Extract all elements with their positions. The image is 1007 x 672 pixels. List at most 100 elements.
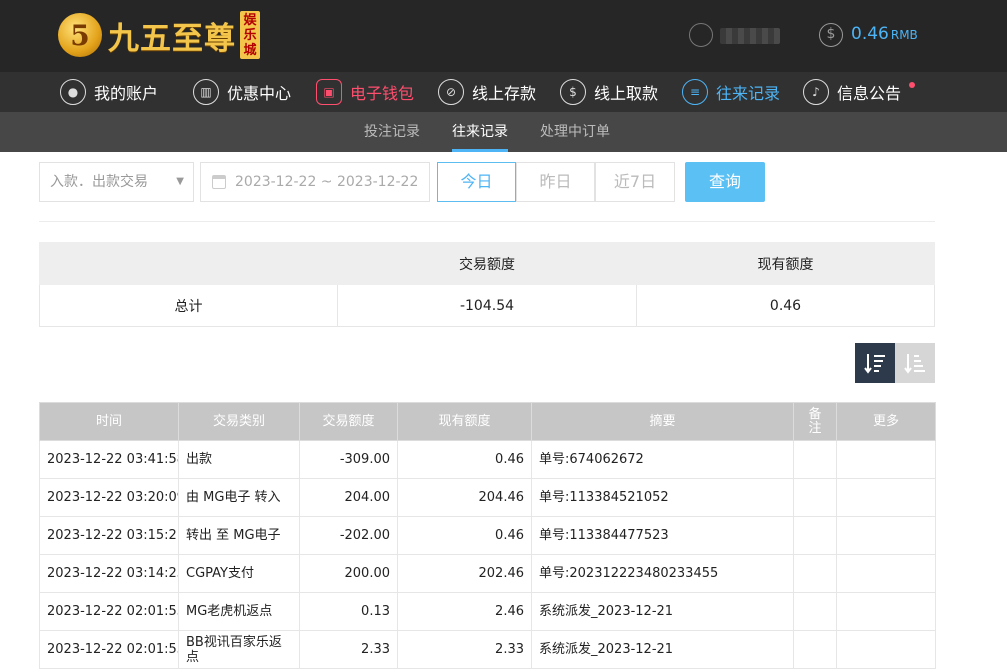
- tab-bet-records[interactable]: 投注记录: [364, 112, 420, 152]
- cell-type: CGPAY支付: [178, 554, 300, 593]
- date-range-input[interactable]: 2023-12-22 ~ 2023-12-22: [200, 162, 430, 202]
- bell-icon: ♪: [803, 79, 829, 105]
- col-time: 时间: [39, 402, 179, 441]
- sort-ascending-icon: [904, 354, 925, 374]
- user-circle-icon: ●: [60, 79, 86, 105]
- select-value: 入款．出款交易: [50, 174, 148, 190]
- summary-total-label: 总计: [39, 284, 338, 327]
- cell-time: 2023-12-22 03:14:23: [39, 554, 179, 593]
- withdraw-icon: $: [560, 79, 586, 105]
- summary-header-balance: 现有额度: [636, 242, 935, 285]
- nav-label: 往来记录: [716, 84, 781, 103]
- nav-online-deposit[interactable]: ⊘ 线上存款: [438, 72, 536, 112]
- site-logo[interactable]: 5 九五至尊 娱乐城: [58, 8, 260, 62]
- main-nav: ● 我的账户 ▥ 优惠中心 ▣ 电子钱包 ⊘ 线上存款 $ 线上取款 ≡ 往来记…: [0, 72, 1007, 112]
- cell-time: 2023-12-22 02:01:53: [39, 592, 179, 631]
- records-table: 时间 交易类别 交易额度 现有额度 摘要 备注 更多 2023-12-22 03…: [39, 402, 936, 669]
- deposit-icon: ⊘: [438, 79, 464, 105]
- balance-value: 0.46: [851, 24, 889, 44]
- nav-online-withdraw[interactable]: $ 线上取款: [560, 72, 658, 112]
- cell-amount: 204.00: [299, 478, 398, 517]
- sort-descending-button[interactable]: [855, 343, 895, 383]
- sort-ascending-button[interactable]: [895, 343, 935, 383]
- nav-label: 信息公告: [837, 84, 902, 103]
- cell-amount: 2.33: [299, 630, 398, 669]
- summary-header-amount: 交易额度: [337, 242, 637, 285]
- cell-time: 2023-12-22 02:01:53: [39, 630, 179, 669]
- col-remark: 备注: [793, 402, 837, 441]
- nav-label: 我的账户: [94, 84, 159, 103]
- balance-display: 0.46 RMB: [851, 24, 918, 44]
- col-more: 更多: [836, 402, 936, 441]
- query-button[interactable]: 查询: [685, 162, 765, 202]
- balance-unit: RMB: [890, 28, 918, 42]
- user-avatar-icon[interactable]: [689, 23, 713, 47]
- table-row: 2023-12-22 02:01:53 BB视讯百家乐返点 2.33 2.33 …: [39, 630, 936, 669]
- cell-type: 转出 至 MG电子: [178, 516, 300, 555]
- summary-header-row: 交易额度 现有额度: [39, 242, 935, 285]
- transaction-type-select[interactable]: 入款．出款交易 ▼: [39, 162, 194, 202]
- cell-more: [836, 554, 936, 593]
- summary-total-row: 总计 -104.54 0.46: [39, 284, 935, 327]
- col-summary: 摘要: [531, 402, 794, 441]
- last-7-days-button[interactable]: 近7日: [595, 162, 675, 202]
- cell-more: [836, 478, 936, 517]
- sub-nav: 投注记录 往来记录 处理中订单: [0, 112, 1007, 152]
- cell-type: 出款: [178, 440, 300, 479]
- cell-type: BB视讯百家乐返点: [178, 630, 300, 669]
- cell-remark: [793, 478, 837, 517]
- cell-time: 2023-12-22 03:20:09: [39, 478, 179, 517]
- wallet-icon: ▣: [316, 79, 342, 105]
- nav-my-account[interactable]: ● 我的账户: [60, 72, 158, 112]
- cell-summary: 单号:113384477523: [531, 516, 794, 555]
- table-row: 2023-12-22 03:15:21 转出 至 MG电子 -202.00 0.…: [39, 516, 936, 555]
- col-balance: 现有额度: [397, 402, 532, 441]
- nav-e-wallet[interactable]: ▣ 电子钱包: [316, 72, 414, 112]
- summary-header-empty: [39, 242, 338, 285]
- username-redacted: [720, 28, 780, 44]
- logo-text: 九五至尊: [108, 20, 236, 57]
- cell-time: 2023-12-22 03:41:58: [39, 440, 179, 479]
- cell-type: 由 MG电子 转入: [178, 478, 300, 517]
- cell-remark: [793, 592, 837, 631]
- logo-badge: 娱乐城: [240, 11, 260, 59]
- table-row: 2023-12-22 02:01:53 MG老虎机返点 0.13 2.46 系统…: [39, 592, 936, 631]
- table-row: 2023-12-22 03:14:23 CGPAY支付 200.00 202.4…: [39, 554, 936, 593]
- cell-amount: 200.00: [299, 554, 398, 593]
- cell-remark: [793, 516, 837, 555]
- yesterday-button[interactable]: 昨日: [516, 162, 595, 202]
- cell-more: [836, 592, 936, 631]
- nav-transaction-records[interactable]: ≡ 往来记录: [682, 72, 780, 112]
- date-range-value: 2023-12-22 ~ 2023-12-22: [235, 174, 419, 190]
- logo-mark: 5: [58, 13, 102, 57]
- cell-more: [836, 630, 936, 669]
- cell-balance: 0.46: [397, 440, 532, 479]
- table-row: 2023-12-22 03:20:09 由 MG电子 转入 204.00 204…: [39, 478, 936, 517]
- cell-balance: 0.46: [397, 516, 532, 555]
- today-button[interactable]: 今日: [437, 162, 516, 202]
- nav-announcements[interactable]: ♪ 信息公告: [803, 72, 901, 112]
- col-type: 交易类别: [178, 402, 300, 441]
- tab-transaction-records[interactable]: 往来记录: [452, 112, 508, 152]
- summary-total-balance: 0.46: [636, 284, 935, 327]
- cell-remark: [793, 440, 837, 479]
- cell-balance: 204.46: [397, 478, 532, 517]
- cell-balance: 202.46: [397, 554, 532, 593]
- cell-balance: 2.33: [397, 630, 532, 669]
- nav-label: 线上存款: [472, 84, 537, 103]
- cell-amount: -202.00: [299, 516, 398, 555]
- cell-more: [836, 516, 936, 555]
- summary-table: 交易额度 现有额度 总计 -104.54 0.46: [39, 242, 935, 327]
- gift-icon: ▥: [193, 79, 219, 105]
- tab-pending-orders[interactable]: 处理中订单: [540, 112, 610, 152]
- notification-dot: [909, 82, 915, 88]
- col-amount: 交易额度: [299, 402, 398, 441]
- cell-remark: [793, 554, 837, 593]
- cell-summary: 单号:674062672: [531, 440, 794, 479]
- nav-label: 电子钱包: [350, 84, 415, 103]
- cell-time: 2023-12-22 03:15:21: [39, 516, 179, 555]
- records-header-row: 时间 交易类别 交易额度 现有额度 摘要 备注 更多: [39, 402, 936, 441]
- nav-promotions[interactable]: ▥ 优惠中心: [193, 72, 291, 112]
- cell-more: [836, 440, 936, 479]
- cell-summary: 系统派发_2023-12-21: [531, 592, 794, 631]
